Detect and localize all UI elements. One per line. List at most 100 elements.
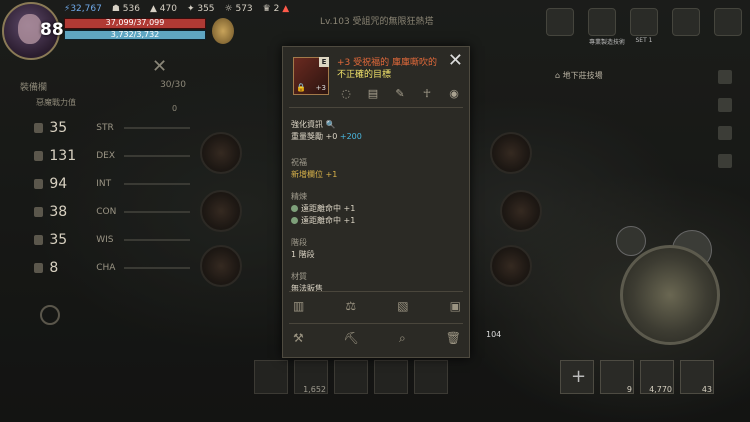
- bullet-icon: [291, 217, 298, 224]
- crystal-count: ⚡32,767: [64, 4, 102, 14]
- panel-close-icon[interactable]: ✕: [152, 56, 167, 77]
- stat-icon: [34, 235, 44, 245]
- stat-icon: [34, 123, 44, 133]
- close-icon[interactable]: ✕: [448, 50, 463, 71]
- map-icon[interactable]: ▧: [397, 299, 408, 313]
- special-header: 精煉: [291, 192, 307, 201]
- map-icon[interactable]: [718, 70, 732, 84]
- item-name-line1: +3 受祝福的 庫庫嘶吹的: [337, 58, 437, 68]
- bullet-icon: [291, 205, 298, 212]
- stat-count: ☼ 573: [224, 4, 253, 14]
- magnifier-icon[interactable]: ⌕: [399, 331, 406, 346]
- trash-icon[interactable]: 🗑: [446, 331, 461, 346]
- search-icon[interactable]: 🔍: [326, 120, 336, 129]
- hotbar-slot[interactable]: [374, 360, 408, 394]
- ankh-icon[interactable]: ☥: [420, 87, 434, 100]
- item-grade-badge: E: [319, 57, 329, 67]
- trophy-count: ♛ 2 ▲: [262, 4, 290, 14]
- stat-bar: [124, 183, 190, 185]
- menu-button-4[interactable]: [672, 8, 700, 36]
- stat-icon: [34, 179, 44, 189]
- currency-row: ⚡32,767 ☗ 536 ▲ 470 ✦ 355 ☼ 573 ♛ 2 ▲: [64, 4, 289, 14]
- avatar-portrait: [18, 14, 42, 44]
- item-tool-row-1: ▥ ⚖ ▧ ▣: [293, 299, 461, 313]
- stat-name: CHA: [96, 263, 116, 273]
- stat-bar: [124, 155, 190, 157]
- stat-value: 131: [49, 148, 77, 164]
- target-button[interactable]: [616, 226, 646, 256]
- books-icon[interactable]: ▥: [293, 299, 304, 313]
- stat-value: 35: [49, 120, 68, 136]
- hotbar-slot[interactable]: [254, 360, 288, 394]
- item-enchant-label: +3: [315, 84, 326, 92]
- set-button[interactable]: SET 1: [630, 8, 658, 44]
- stat-line-int: 94 INT: [34, 170, 190, 198]
- special-line: 遠距離命中 +1: [291, 203, 463, 215]
- bag-icon[interactable]: [718, 154, 732, 168]
- panel-header: 裝備欄 30/30: [12, 80, 190, 93]
- panel-subtitle: 惡魔戰力值: [12, 93, 190, 108]
- zone-name: ⌂ 地下莊技場: [555, 71, 603, 80]
- book-icon[interactable]: ▤: [366, 87, 380, 100]
- pet-icon[interactable]: ◉: [447, 87, 461, 100]
- stat-line-con: 38 CON: [34, 198, 190, 226]
- slot-count: 4,770: [649, 385, 672, 394]
- tag-icon[interactable]: ✎: [393, 87, 407, 100]
- note-icon[interactable]: [718, 126, 732, 140]
- stat-count: ☗ 536: [111, 4, 140, 14]
- item-detail-popup: E 🔒 +3 +3 受祝福的 庫庫嘶吹的 不正確的目標 ✕ ◌ ▤ ✎ ☥ ◉ …: [282, 46, 470, 358]
- hotbar-slot[interactable]: 4,770: [640, 360, 674, 394]
- divider: [289, 291, 463, 292]
- compare-icon[interactable]: ◌: [339, 87, 353, 100]
- weight-base: +0: [325, 132, 338, 141]
- hammer-icon[interactable]: ⛏: [344, 331, 359, 346]
- character-stats-panel: 裝備欄 30/30 惡魔戰力值 35 STR 131 DEX 94 INT 38 CON…: [12, 80, 190, 282]
- reset-icon[interactable]: [40, 305, 60, 325]
- bless-value: 新增欄位 +1: [291, 170, 338, 179]
- stat-value: 8: [49, 260, 59, 276]
- main-menu-button[interactable]: [714, 8, 742, 36]
- hotbar-left: 1,652: [254, 360, 448, 394]
- combat-power-label: 惡魔戰力值: [36, 98, 76, 107]
- item-name: +3 受祝福的 庫庫嘶吹的 不正確的目標: [337, 57, 449, 81]
- stat-line-cha: 8 CHA: [34, 254, 190, 282]
- stat-value: 94: [49, 176, 68, 192]
- enhance-header: 強化資訊 🔍: [291, 120, 336, 129]
- anvil-icon[interactable]: ⚒: [293, 331, 304, 346]
- search-icon[interactable]: [718, 98, 732, 112]
- attack-button[interactable]: [620, 245, 720, 345]
- stat-name: WIS: [96, 235, 114, 245]
- hp-text: 37,099/37,099: [105, 18, 165, 27]
- stat-value: 35: [49, 232, 68, 248]
- hp-bar: 37,099/37,099: [64, 18, 206, 29]
- hotbar-slot[interactable]: [414, 360, 448, 394]
- menu-label: SET 1: [635, 37, 653, 44]
- top-menu: 專業製造技術 SET 1: [546, 8, 742, 46]
- stat-name: DEX: [96, 151, 116, 161]
- panel-title: 裝備欄: [20, 83, 48, 93]
- buff-medal-icon[interactable]: [212, 18, 234, 44]
- hotbar-slot[interactable]: 43: [680, 360, 714, 394]
- item-stats: 強化資訊 🔍 重量獎勵 +0 +200 祝福 新增欄位 +1 精煉 遠距離命中 …: [291, 119, 463, 295]
- hotbar-slot[interactable]: [334, 360, 368, 394]
- scales-icon[interactable]: ⚖: [345, 299, 356, 313]
- lock-icon: 🔒: [296, 83, 306, 92]
- item-tool-row-2: ⚒ ⛏ ⌕ 🗑: [293, 331, 461, 346]
- crafting-button[interactable]: 專業製造技術: [588, 8, 625, 46]
- chest-icon[interactable]: ▣: [450, 299, 461, 313]
- weight-bonus-value: +200: [339, 132, 362, 141]
- menu-label: 專業製造技術: [589, 39, 626, 46]
- item-count: 104: [486, 330, 502, 339]
- stat-line-wis: 35 WIS: [34, 226, 190, 254]
- special-line: 遠距離命中 +1: [291, 215, 463, 227]
- hotbar-slot[interactable]: 9: [600, 360, 634, 394]
- item-icon: E 🔒 +3: [293, 57, 329, 95]
- menu-button-1[interactable]: [546, 8, 574, 36]
- add-slot-button[interactable]: +: [560, 360, 594, 394]
- item-action-row: ◌ ▤ ✎ ☥ ◉: [339, 87, 461, 100]
- item-name-line2: 不正確的目標: [337, 70, 392, 80]
- weight-label: 重量獎勵: [291, 132, 323, 141]
- stat-line-str: 35 STR: [34, 114, 190, 142]
- hotbar-slot[interactable]: 1,652: [294, 360, 328, 394]
- stat-name: INT: [96, 179, 112, 189]
